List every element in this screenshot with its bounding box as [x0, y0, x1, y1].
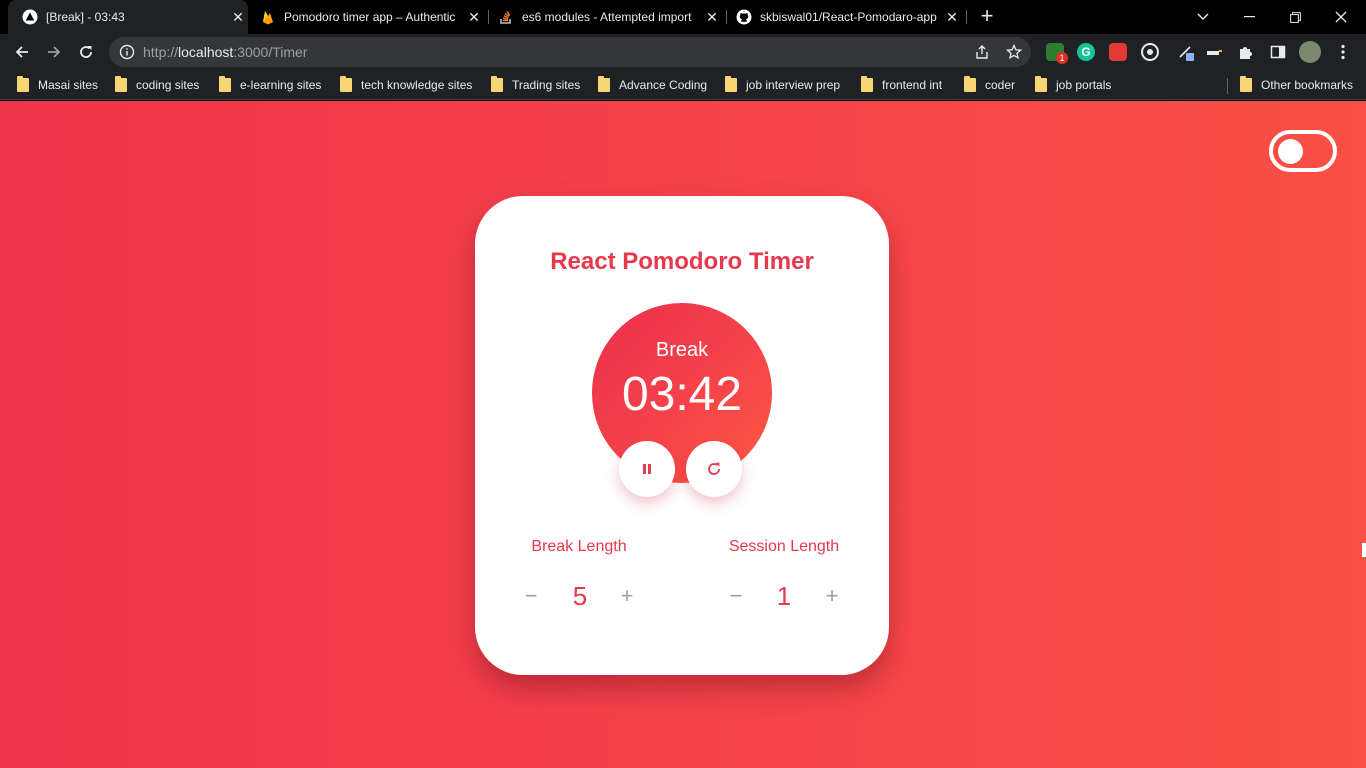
bookmark-folder[interactable]: Masai sites — [17, 76, 98, 94]
folder-icon — [491, 76, 503, 92]
tab-title: es6 modules - Attempted import — [522, 10, 692, 24]
bookmark-folder[interactable]: coder — [964, 76, 1015, 94]
break-length-value: 5 — [572, 581, 588, 611]
extensions-puzzle-icon[interactable] — [1237, 43, 1255, 61]
minimize-icon[interactable] — [1226, 0, 1272, 34]
react-app-icon — [22, 9, 38, 25]
extension-red-icon[interactable] — [1109, 43, 1127, 61]
tab-stackoverflow[interactable]: es6 modules - Attempted import ✕ — [492, 0, 722, 34]
reset-button[interactable] — [686, 441, 742, 497]
other-bookmarks[interactable]: Other bookmarks — [1240, 76, 1353, 94]
bookmarks-divider — [1227, 78, 1228, 94]
reset-icon — [708, 462, 720, 475]
close-tab-icon[interactable]: ✕ — [702, 9, 722, 26]
share-icon[interactable] — [974, 44, 990, 60]
pen-extension-icon[interactable] — [1178, 43, 1196, 61]
tab-github[interactable]: skbiswal01/React-Pomodaro-app ✕ — [730, 0, 962, 34]
toggle-knob — [1278, 139, 1303, 164]
session-length-stepper: − 1 + — [709, 579, 859, 613]
tab-title: skbiswal01/React-Pomodaro-app — [760, 10, 937, 24]
menu-icon[interactable] — [1334, 43, 1352, 61]
record-icon[interactable] — [1141, 43, 1159, 61]
scroll-edge-mark — [1362, 543, 1366, 557]
bookmark-star-icon[interactable] — [1006, 44, 1022, 60]
folder-icon — [861, 76, 873, 92]
app-background: React Pomodoro Timer Break 03:42 Break L… — [0, 101, 1366, 768]
grammarly-icon[interactable]: G — [1077, 43, 1095, 61]
break-length-label: Break Length — [531, 538, 627, 555]
timer-display: Break 03:42 — [592, 303, 772, 483]
session-decrement-button[interactable]: − — [722, 579, 750, 613]
bookmark-folder[interactable]: Advance Coding — [598, 76, 707, 94]
timer-card: React Pomodoro Timer Break 03:42 Break L… — [475, 196, 889, 675]
brush-extension-icon[interactable] — [1205, 43, 1223, 61]
folder-icon — [340, 76, 352, 92]
tab-divider — [726, 10, 727, 24]
tab-divider — [488, 10, 489, 24]
session-increment-button[interactable]: + — [818, 579, 846, 613]
tab-strip: [Break] - 03:43 ✕ Pomodoro timer app – A… — [0, 0, 1366, 34]
github-icon — [736, 9, 752, 25]
address-url: http://localhost:3000/Timer — [143, 44, 308, 60]
break-increment-button[interactable]: + — [613, 579, 641, 613]
restore-icon[interactable] — [1272, 0, 1318, 34]
bookmark-folder[interactable]: frontend int — [861, 76, 942, 94]
bookmark-folder[interactable]: coding sites — [115, 76, 199, 94]
bookmark-folder[interactable]: Trading sites — [491, 76, 580, 94]
side-panel-icon[interactable] — [1269, 43, 1287, 61]
back-icon[interactable] — [10, 40, 34, 64]
close-tab-icon[interactable]: ✕ — [942, 9, 962, 26]
folder-icon — [725, 76, 737, 92]
bookmark-folder[interactable]: job portals — [1035, 76, 1111, 94]
reload-icon[interactable] — [74, 40, 98, 64]
tab-firebase[interactable]: Pomodoro timer app – Authentic ✕ — [252, 0, 484, 34]
folder-icon — [1240, 76, 1252, 92]
address-bar[interactable]: http://localhost:3000/Timer — [109, 37, 1031, 67]
bookmark-folder[interactable]: e-learning sites — [219, 76, 321, 94]
bookmark-folder[interactable]: job interview prep — [725, 76, 840, 94]
bookmark-folder[interactable]: tech knowledge sites — [340, 76, 472, 94]
profile-avatar[interactable] — [1299, 41, 1321, 63]
pause-icon — [643, 464, 651, 474]
firebase-icon — [260, 9, 276, 25]
folder-icon — [115, 76, 127, 92]
folder-icon — [598, 76, 610, 92]
page-title: React Pomodoro Timer — [550, 248, 814, 275]
break-decrement-button[interactable]: − — [517, 579, 545, 613]
extension-badge: 1 — [1056, 52, 1068, 64]
folder-icon — [219, 76, 231, 92]
tab-title: Pomodoro timer app – Authentic — [284, 10, 456, 24]
timer-time: 03:42 — [621, 368, 743, 421]
browser-toolbar: http://localhost:3000/Timer 1 G — [0, 34, 1366, 70]
session-length-value: 1 — [776, 581, 792, 611]
new-tab-button[interactable]: + — [975, 5, 999, 29]
bookmarks-bar: Masai sites coding sites e-learning site… — [0, 70, 1366, 100]
pause-button[interactable] — [619, 441, 675, 497]
site-info-icon[interactable] — [119, 44, 135, 60]
tab-divider — [966, 10, 967, 24]
extension-icon[interactable]: 1 — [1046, 43, 1068, 64]
stackoverflow-icon — [498, 9, 514, 25]
folder-icon — [1035, 76, 1047, 92]
close-tab-icon[interactable]: ✕ — [464, 9, 484, 26]
close-tab-icon[interactable]: ✕ — [228, 9, 248, 26]
timer-mode-label: Break — [655, 339, 709, 361]
theme-toggle[interactable] — [1269, 130, 1337, 172]
folder-icon — [964, 76, 976, 92]
tab-title: [Break] - 03:43 — [46, 10, 125, 24]
tab-search-icon[interactable] — [1180, 0, 1226, 34]
close-window-icon[interactable] — [1318, 0, 1364, 34]
session-length-label: Session Length — [728, 538, 840, 555]
forward-icon[interactable] — [42, 40, 66, 64]
break-length-stepper: − 5 + — [505, 579, 655, 613]
folder-icon — [17, 76, 29, 92]
tab-break-timer[interactable]: [Break] - 03:43 ✕ — [8, 0, 248, 34]
